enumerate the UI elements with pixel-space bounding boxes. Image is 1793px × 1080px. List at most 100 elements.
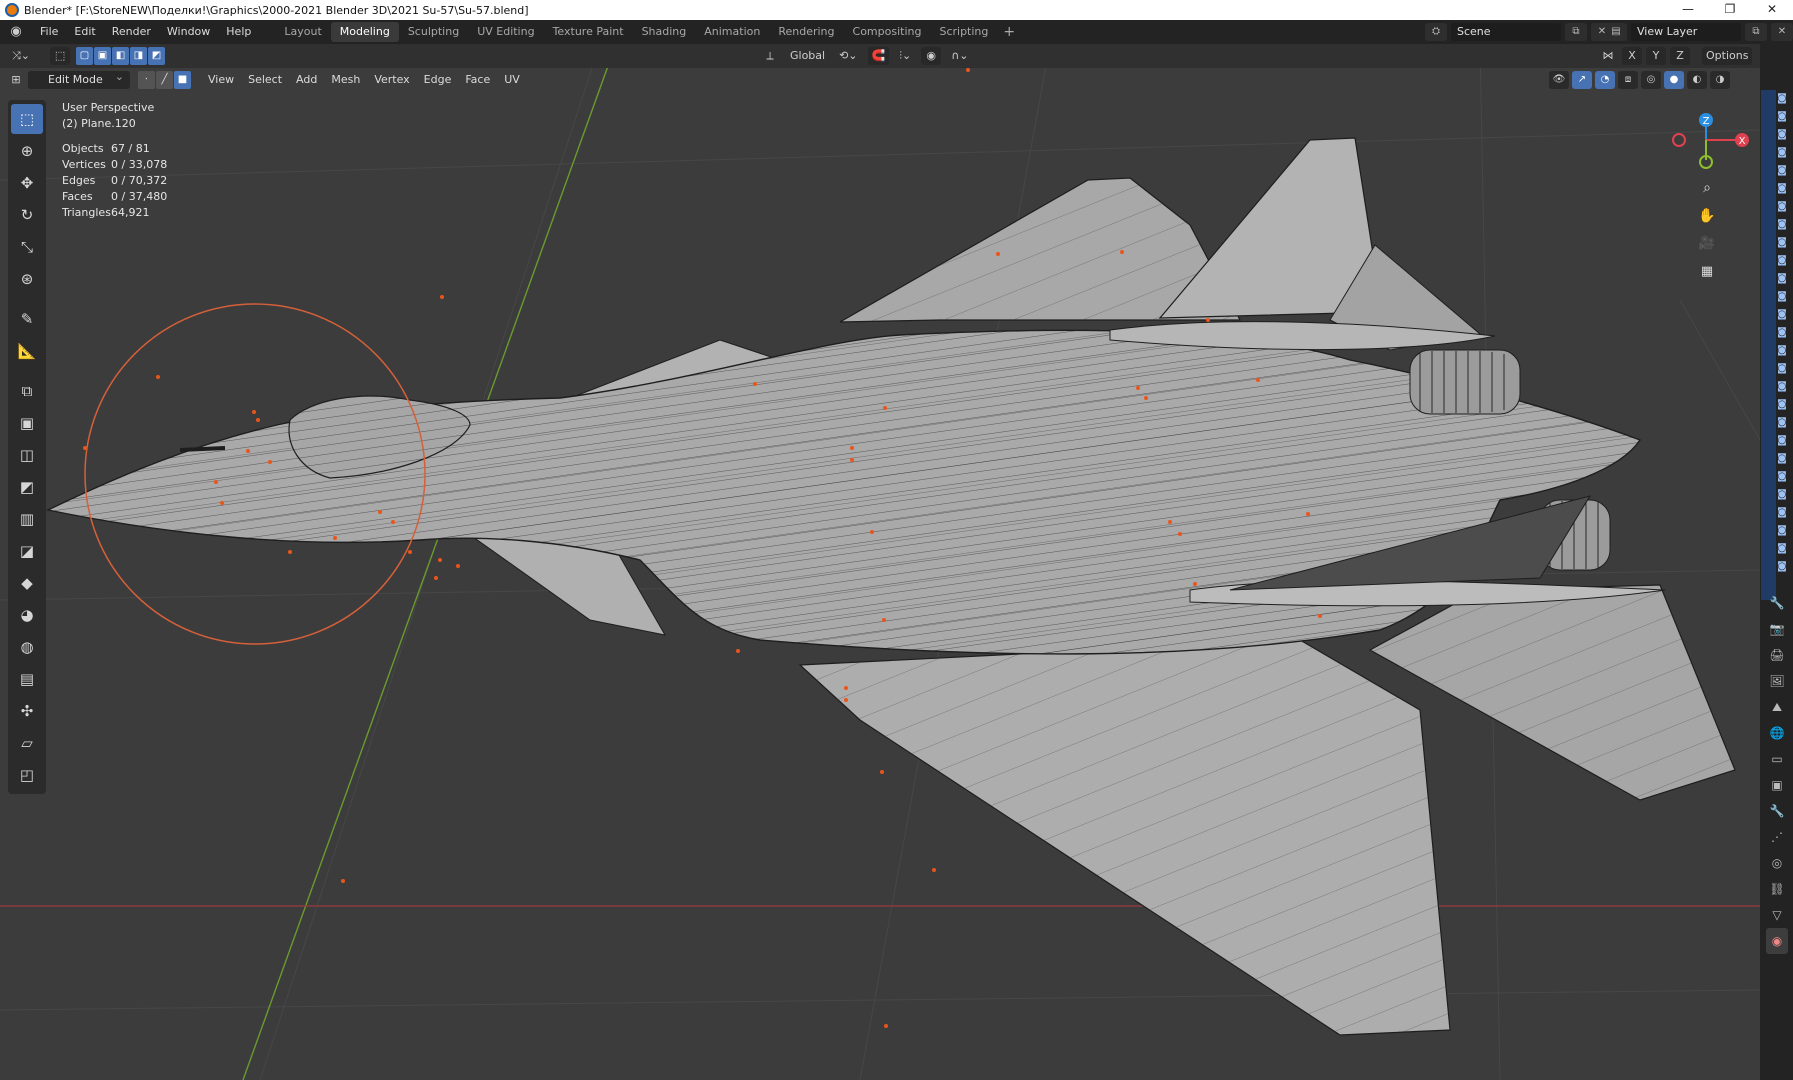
camera-visibility-icon[interactable]: ◙	[1774, 324, 1790, 342]
active-tool-icon[interactable]: ⬚	[50, 47, 71, 65]
inset-icon[interactable]: ◫	[11, 440, 43, 470]
menu-select[interactable]: Select	[241, 68, 289, 92]
spin-icon[interactable]: ◕	[11, 600, 43, 630]
pan-hand-icon[interactable]: ✋	[1696, 208, 1718, 230]
camera-visibility-icon[interactable]: ◙	[1774, 108, 1790, 126]
select-extend-icon[interactable]: ▣	[94, 47, 112, 65]
mirror-icon[interactable]: ⋈	[1598, 47, 1618, 65]
camera-visibility-icon[interactable]: ◙	[1774, 180, 1790, 198]
rip-icon[interactable]: ◰	[11, 760, 43, 790]
loop-cut-icon[interactable]: ▥	[11, 504, 43, 534]
smooth-icon[interactable]: ◍	[11, 632, 43, 662]
constraint-properties-icon[interactable]: ⛓	[1766, 876, 1788, 902]
minimize-button[interactable]: —	[1667, 0, 1709, 20]
camera-visibility-icon[interactable]: ◙	[1774, 414, 1790, 432]
restore-button[interactable]: ❐	[1709, 0, 1751, 20]
options-dropdown[interactable]: Options	[1702, 47, 1753, 65]
select-box-icon[interactable]: ⬚	[11, 104, 43, 134]
select-invert-icon[interactable]: ◨	[130, 47, 148, 65]
move-icon[interactable]: ✥	[11, 168, 43, 198]
camera-visibility-icon[interactable]: ◙	[1774, 540, 1790, 558]
camera-visibility-icon[interactable]: ◙	[1774, 126, 1790, 144]
camera-visibility-icon[interactable]: ◙	[1774, 396, 1790, 414]
camera-visibility-icon[interactable]: ◙	[1774, 342, 1790, 360]
solid-shading-icon[interactable]: ●	[1664, 71, 1684, 89]
particle-properties-icon[interactable]: ⋰	[1766, 824, 1788, 850]
bevel-icon[interactable]: ◩	[11, 472, 43, 502]
camera-visibility-icon[interactable]: ◙	[1774, 450, 1790, 468]
camera-visibility-icon[interactable]: ◙	[1774, 252, 1790, 270]
tab-modeling[interactable]: Modeling	[330, 22, 399, 42]
menu-edit[interactable]: Edit	[66, 20, 103, 44]
render-properties-icon[interactable]: 📷	[1766, 616, 1788, 642]
scene-properties-icon[interactable]: ⛰	[1766, 694, 1788, 720]
camera-visibility-icon[interactable]: ◙	[1774, 90, 1790, 108]
camera-visibility-icon[interactable]: ◙	[1774, 216, 1790, 234]
annotate-icon[interactable]: ✎	[11, 304, 43, 334]
poly-build-icon[interactable]: ◆	[11, 568, 43, 598]
camera-visibility-icon[interactable]: ◙	[1774, 198, 1790, 216]
camera-visibility-icon[interactable]: ◙	[1774, 306, 1790, 324]
menu-face[interactable]: Face	[458, 68, 497, 92]
camera-view-icon[interactable]: 🎥	[1696, 236, 1718, 258]
menu-view[interactable]: View	[201, 68, 241, 92]
rendered-shading-icon[interactable]: ◑	[1710, 71, 1730, 89]
menu-render[interactable]: Render	[104, 20, 159, 44]
visibility-icon[interactable]: 👁	[1549, 71, 1569, 89]
transform-icon[interactable]: ⊛	[11, 264, 43, 294]
select-new-icon[interactable]: ▢	[76, 47, 94, 65]
close-button[interactable]: ✕	[1751, 0, 1793, 20]
select-subtract-icon[interactable]: ◧	[112, 47, 130, 65]
tool-properties-icon[interactable]: 🔧	[1766, 590, 1788, 616]
new-view-layer-icon[interactable]: ⧉	[1745, 23, 1767, 41]
tab-sculpting[interactable]: Sculpting	[399, 22, 468, 42]
xray-toggle-icon[interactable]: ⧈	[1618, 71, 1638, 89]
snap-target-icon[interactable]: ⫶⌄	[895, 47, 915, 65]
tab-rendering[interactable]: Rendering	[769, 22, 843, 42]
extrude-icon[interactable]: ▣	[11, 408, 43, 438]
edge-select-icon[interactable]: ╱	[156, 71, 173, 89]
gizmo-toggle-icon[interactable]: ↗	[1572, 71, 1592, 89]
transform-orientation-select[interactable]: Global	[786, 47, 829, 65]
material-shading-icon[interactable]: ◐	[1687, 71, 1707, 89]
snap-icon[interactable]: 🧲	[867, 47, 890, 65]
new-scene-icon[interactable]: ⧉	[1565, 23, 1587, 41]
camera-visibility-icon[interactable]: ◙	[1774, 162, 1790, 180]
menu-vertex[interactable]: Vertex	[367, 68, 416, 92]
camera-visibility-icon[interactable]: ◙	[1774, 360, 1790, 378]
view-layer-properties-icon[interactable]: 🖼	[1766, 668, 1788, 694]
scene-icon[interactable]: ⛭	[1425, 23, 1447, 41]
tab-uv-editing[interactable]: UV Editing	[468, 22, 543, 42]
knife-icon[interactable]: ◪	[11, 536, 43, 566]
menu-file[interactable]: File	[32, 20, 66, 44]
vertex-select-icon[interactable]: ⋅	[138, 71, 155, 89]
tab-compositing[interactable]: Compositing	[844, 22, 931, 42]
zoom-icon[interactable]: ⌕	[1696, 180, 1718, 202]
shrink-fatten-icon[interactable]: ✣	[11, 696, 43, 726]
wireframe-shading-icon[interactable]: ◎	[1641, 71, 1661, 89]
cursor-icon[interactable]: ⊕	[11, 136, 43, 166]
mirror-z-toggle[interactable]: Z	[1670, 47, 1690, 65]
menu-uv[interactable]: UV	[497, 68, 527, 92]
modifier-properties-icon[interactable]: 🔧	[1766, 798, 1788, 824]
viewport-editor-icon[interactable]: ⊞	[6, 71, 26, 89]
mirror-x-toggle[interactable]: X	[1622, 47, 1642, 65]
camera-visibility-icon[interactable]: ◙	[1774, 504, 1790, 522]
tab-texture-paint[interactable]: Texture Paint	[544, 22, 633, 42]
mirror-y-toggle[interactable]: Y	[1646, 47, 1666, 65]
collection-properties-icon[interactable]: ▭	[1766, 746, 1788, 772]
add-cube-icon[interactable]: ⧉	[11, 376, 43, 406]
orientation-icon[interactable]: ⟂	[760, 47, 780, 65]
material-properties-icon[interactable]: ◉	[1766, 928, 1788, 954]
camera-visibility-icon[interactable]: ◙	[1774, 270, 1790, 288]
object-properties-icon[interactable]: ▣	[1766, 772, 1788, 798]
data-properties-icon[interactable]: ▽	[1766, 902, 1788, 928]
scale-icon[interactable]: ⤡	[11, 232, 43, 262]
camera-visibility-icon[interactable]: ◙	[1774, 144, 1790, 162]
tab-layout[interactable]: Layout	[275, 22, 330, 42]
shear-icon[interactable]: ▱	[11, 728, 43, 758]
3d-viewport[interactable]	[0, 44, 1760, 1080]
edge-slide-icon[interactable]: ▤	[11, 664, 43, 694]
scene-name-field[interactable]: Scene	[1451, 23, 1561, 41]
menu-help[interactable]: Help	[218, 20, 259, 44]
